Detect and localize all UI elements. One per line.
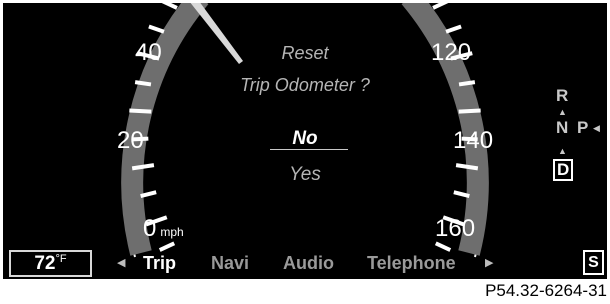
right-tick xyxy=(458,108,481,114)
tab-navi[interactable]: Navi xyxy=(211,252,249,274)
bottom-menu-bar: 72°F ◀ Trip Navi Audio Telephone ▶ S xyxy=(3,249,607,277)
gear-up-arrow-icon-2: ▲ xyxy=(558,146,567,156)
tab-trip[interactable]: Trip xyxy=(143,252,176,274)
selection-underline xyxy=(270,149,348,150)
gear-n: N xyxy=(556,118,569,137)
left-tick xyxy=(161,3,178,10)
gear-d-selected: D xyxy=(553,159,574,181)
speed-label-0: 0 mph xyxy=(143,217,184,244)
option-no[interactable]: No xyxy=(3,129,607,149)
gear-left-arrow-icon: ◀ xyxy=(593,123,600,133)
speed-value-0: 0 xyxy=(143,215,157,242)
menu-right-arrow-icon[interactable]: ▶ xyxy=(485,257,493,269)
instrument-cluster-display: 40 20 0 mph 120 140 160 Reset Trip Odomet… xyxy=(3,3,607,279)
dialog-title-line2: Trip Odometer ? xyxy=(240,75,370,95)
left-tick xyxy=(129,108,152,114)
gear-up-arrow-icon: ▲ xyxy=(558,107,567,117)
tab-telephone[interactable]: Telephone xyxy=(367,252,456,274)
menu-left-arrow-icon[interactable]: ◀ xyxy=(117,257,125,269)
gear-p: P xyxy=(577,118,589,137)
figure-caption: P54.32-6264-31 xyxy=(485,281,607,300)
tab-audio[interactable]: Audio xyxy=(283,252,334,274)
option-yes[interactable]: Yes xyxy=(3,165,607,185)
outside-temperature: 72°F xyxy=(9,250,92,277)
gear-r: R xyxy=(556,86,569,105)
right-tick xyxy=(445,24,462,34)
right-tick xyxy=(432,3,449,10)
speed-unit: mph xyxy=(160,225,184,239)
sport-mode-indicator: S xyxy=(583,250,604,275)
temperature-unit: °F xyxy=(55,253,67,265)
temperature-value: 72 xyxy=(34,253,56,274)
speed-label-160: 160 xyxy=(435,215,476,242)
dialog-title-line1: Reset xyxy=(281,43,329,63)
left-tick xyxy=(148,24,165,34)
